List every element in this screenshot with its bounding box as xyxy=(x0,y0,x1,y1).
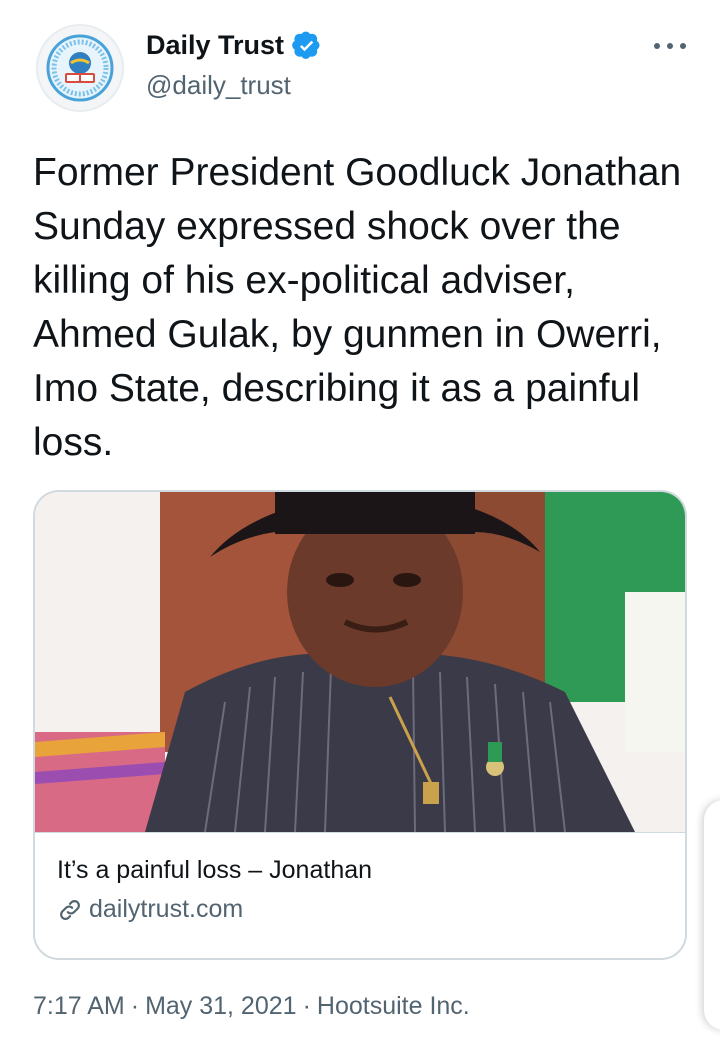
scroll-handle[interactable] xyxy=(704,800,720,1030)
meta-separator: · xyxy=(130,992,140,1020)
daily-trust-logo-icon xyxy=(46,34,114,102)
card-domain: dailytrust.com xyxy=(89,895,244,923)
card-image-photo xyxy=(35,492,685,832)
tweet-source[interactable]: Hootsuite Inc. xyxy=(317,992,470,1020)
user-handle[interactable]: @daily_trust xyxy=(146,70,291,101)
link-card[interactable]: It’s a painful loss – Jonathan dailytrus… xyxy=(33,490,687,960)
card-title[interactable]: It’s a painful loss – Jonathan xyxy=(57,856,372,885)
more-dot xyxy=(654,43,660,49)
more-dot xyxy=(667,43,673,49)
tweet: Daily Trust @daily_trust Former Presiden… xyxy=(0,0,720,1041)
more-options-icon[interactable] xyxy=(654,36,686,56)
display-name[interactable]: Daily Trust xyxy=(146,30,284,61)
tweet-date[interactable]: May 31, 2021 xyxy=(145,992,297,1020)
meta-separator: · xyxy=(302,992,311,1020)
profile-avatar[interactable] xyxy=(36,24,124,112)
more-dot xyxy=(680,43,686,49)
verified-badge-icon xyxy=(292,31,320,59)
name-row: Daily Trust xyxy=(146,30,322,61)
tweet-meta: 7:17 AM · May 31, 2021 · Hootsuite Inc. xyxy=(33,992,470,1021)
card-domain-row: dailytrust.com xyxy=(57,895,243,924)
link-icon xyxy=(60,899,80,920)
tweet-time[interactable]: 7:17 AM xyxy=(33,992,125,1020)
tweet-text: Former President Goodluck Jonathan Sunda… xyxy=(33,151,682,464)
card-divider xyxy=(35,832,685,833)
